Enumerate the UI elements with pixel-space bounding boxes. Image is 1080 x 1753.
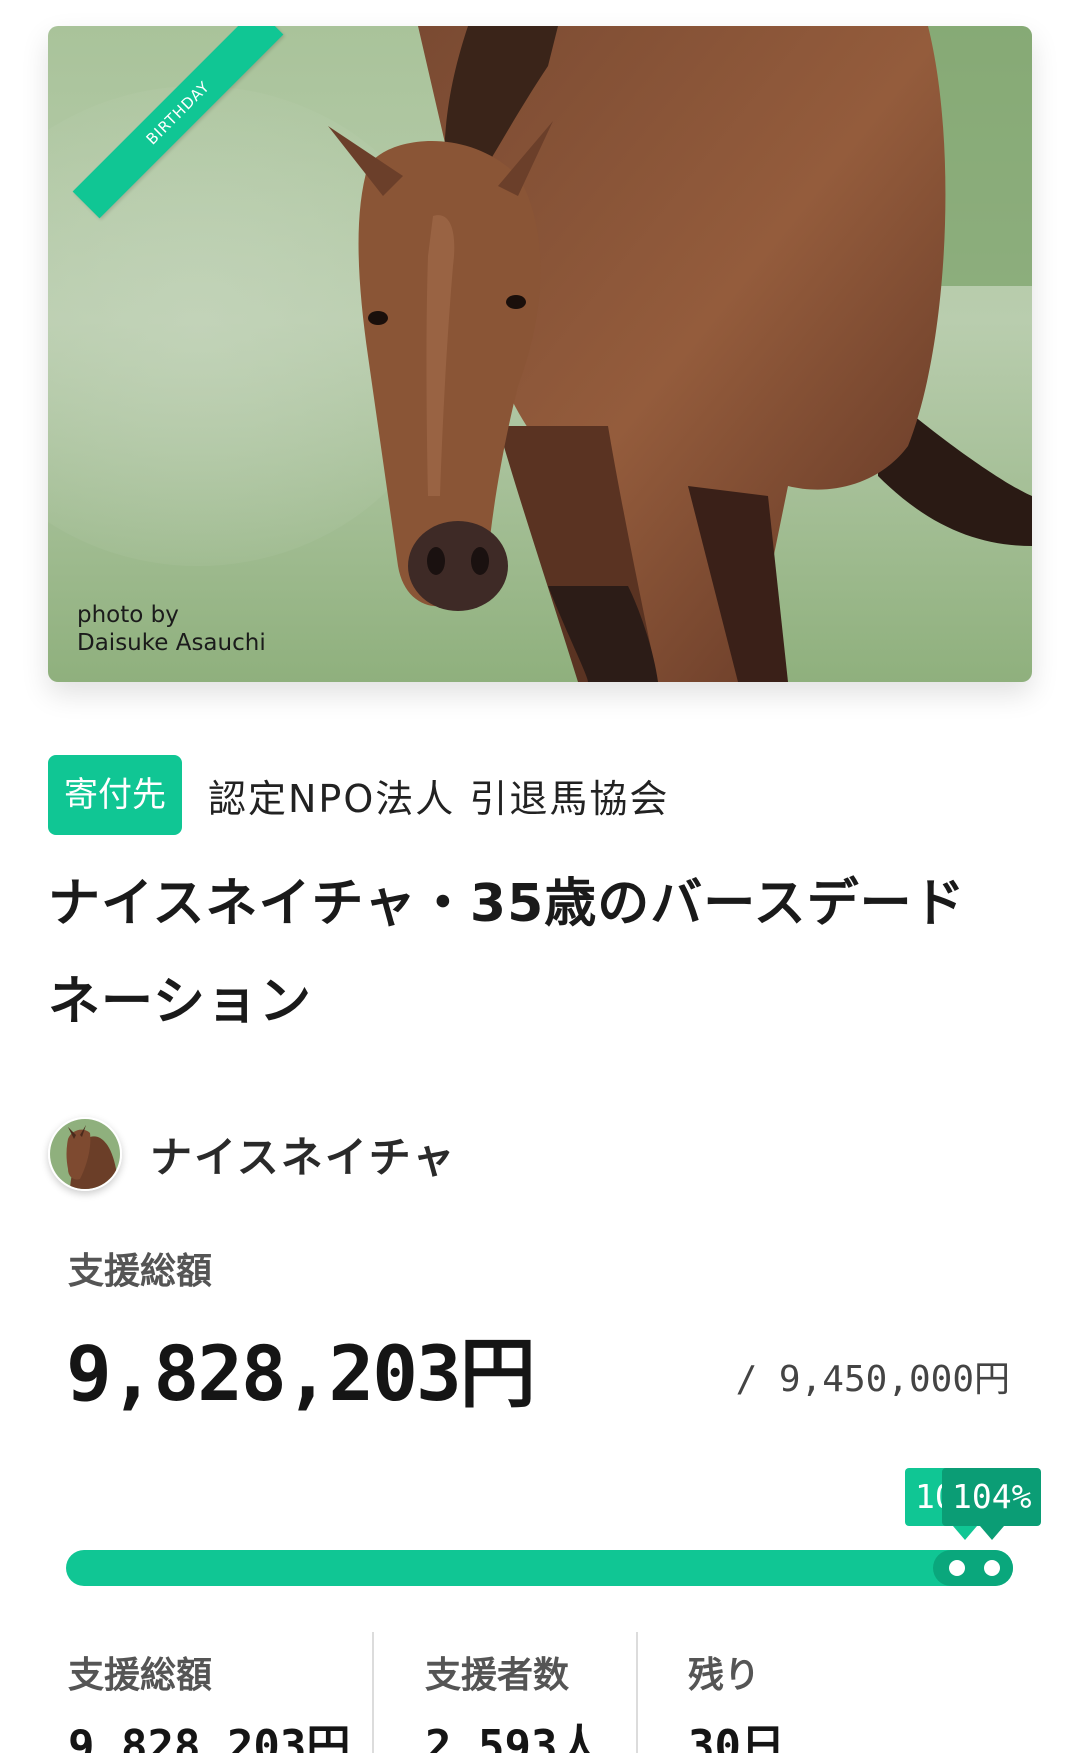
stat-value: 2,593人	[425, 1721, 602, 1753]
author-name[interactable]: ナイスネイチャ	[150, 1124, 456, 1185]
total-amount: 9,828,203円	[66, 1329, 536, 1418]
beneficiary-row[interactable]: 寄付先 認定NPO法人 引退馬協会	[48, 755, 669, 835]
progress-percent-tooltip: 104%	[942, 1468, 1042, 1540]
stats-row: 支援総額 9,828,203円 支援者数 2,593人 残り 30日	[0, 1632, 1080, 1753]
hero-image[interactable]: BIRTHDAY photo by Daisuke Asauchi	[48, 26, 1032, 682]
stat-remaining: 残り 30日	[688, 1632, 785, 1753]
stat-label: 支援者数	[425, 1655, 570, 1696]
author-avatar[interactable]	[48, 1117, 122, 1191]
total-label: 支援総額	[68, 1251, 213, 1292]
beneficiary-badge: 寄付先	[48, 755, 182, 835]
goal-amount: / 9,450,000円	[735, 1359, 1010, 1400]
author-row[interactable]: ナイスネイチャ	[48, 1117, 456, 1191]
progress-marker-dot	[984, 1560, 1000, 1576]
photo-credit-line1: photo by	[77, 602, 179, 628]
progress-marker-dot	[949, 1560, 965, 1576]
stat-label: 支援総額	[68, 1655, 213, 1696]
divider	[372, 1632, 374, 1753]
horse-avatar-icon	[50, 1119, 120, 1189]
beneficiary-name[interactable]: 認定NPO法人 引退馬協会	[208, 768, 669, 823]
stat-value: 9,828,203円	[68, 1721, 351, 1753]
project-page: BIRTHDAY photo by Daisuke Asauchi 寄付先 認定…	[0, 0, 1080, 1753]
stat-label: 残り	[688, 1655, 761, 1696]
stat-total: 支援総額 9,828,203円	[68, 1632, 350, 1753]
photo-credit: photo by Daisuke Asauchi	[77, 601, 266, 657]
progress-bar-overflow	[933, 1550, 1013, 1586]
photo-credit-line2: Daisuke Asauchi	[77, 630, 266, 656]
progress-bar	[66, 1550, 1013, 1586]
stat-supporters: 支援者数 2,593人	[425, 1632, 601, 1753]
stat-value: 30日	[688, 1721, 785, 1753]
progress-percent: 104%	[952, 1477, 1032, 1516]
horse-photo	[48, 26, 1032, 682]
divider	[636, 1632, 638, 1753]
project-title: ナイスネイチャ・35歳のバースデードネーション	[48, 874, 966, 1032]
